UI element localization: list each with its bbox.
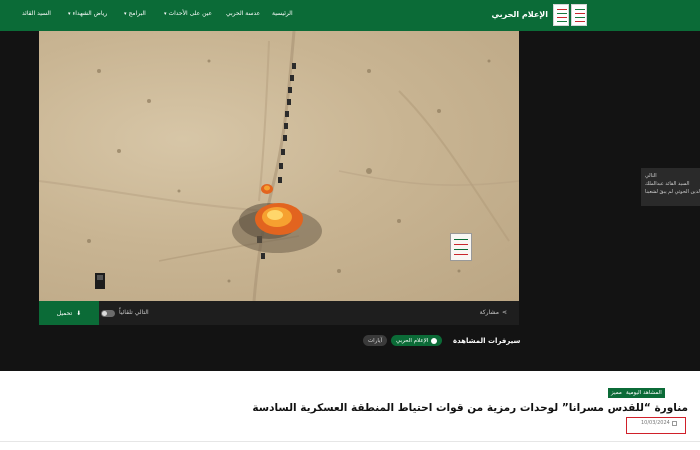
download-button[interactable]: تحميل ⬇ — [39, 301, 99, 325]
next-subtitle: بدرالدين الحوثي لم يبقَ لشعبنا... — [645, 189, 700, 195]
brand-name[interactable]: الإعلام الحربي — [492, 10, 548, 19]
featured-badge[interactable]: مميز — [608, 388, 625, 398]
server-tag-active[interactable]: الإعلام الحربي — [391, 335, 443, 346]
nav-item-sayyid[interactable]: السيد القائد — [22, 10, 51, 17]
emblem-icon — [571, 4, 587, 26]
aerial-explosion-scene — [39, 31, 519, 301]
chevron-down-icon: ▾ — [164, 11, 167, 17]
category-badge[interactable]: المشاهد اليومية — [623, 388, 665, 398]
article-title: مناورة “للقدس مسرانا” لوحدات رمزية من قو… — [252, 402, 688, 414]
video-toolbar: تحميل ⬇ التالي تلقائياً مشاركة ⋖ — [39, 301, 519, 325]
article-date: 10/03/2024 — [641, 420, 677, 426]
top-navbar: السيد القائد ▾ رياض الشهداء ▾ البرامج ▾ … — [0, 0, 700, 31]
next-video-card[interactable]: التالي السيد القائد عبدالملك بدرالدين ال… — [641, 168, 700, 206]
nav-item-home[interactable]: الرئيسية — [272, 10, 293, 17]
share-button[interactable]: مشاركة ⋖ — [480, 309, 507, 316]
divider — [0, 441, 700, 442]
next-title: السيد القائد عبدالملك — [645, 181, 690, 187]
chevron-down-icon: ▾ — [124, 11, 127, 17]
calendar-icon — [671, 420, 677, 426]
next-label: التالي — [645, 173, 657, 179]
autoplay-label: التالي تلقائياً — [119, 309, 149, 316]
brand-logo-icon[interactable] — [553, 4, 569, 26]
play-dot-icon — [431, 337, 438, 344]
nav-item-lens[interactable]: عدسة الحربي — [226, 10, 260, 17]
share-label: مشاركة — [479, 309, 499, 316]
nav-item-programs[interactable]: ▾ البرامج — [122, 10, 146, 17]
download-label: تحميل — [56, 309, 73, 317]
video-player[interactable] — [39, 31, 519, 301]
chevron-down-icon: ▾ — [68, 11, 71, 17]
server-tag[interactable]: آيارات — [363, 335, 388, 346]
download-icon: ⬇ — [76, 309, 82, 317]
servers-label: سيرفرات المشاهدة — [453, 337, 521, 345]
nav-item-events[interactable]: ▾ عين على الأحداث — [162, 10, 212, 17]
autoplay-toggle[interactable] — [101, 310, 115, 317]
share-icon: ⋖ — [501, 309, 507, 316]
nav-item-martyrs[interactable]: ▾ رياض الشهداء — [66, 10, 107, 17]
media-logo-watermark — [450, 233, 472, 261]
